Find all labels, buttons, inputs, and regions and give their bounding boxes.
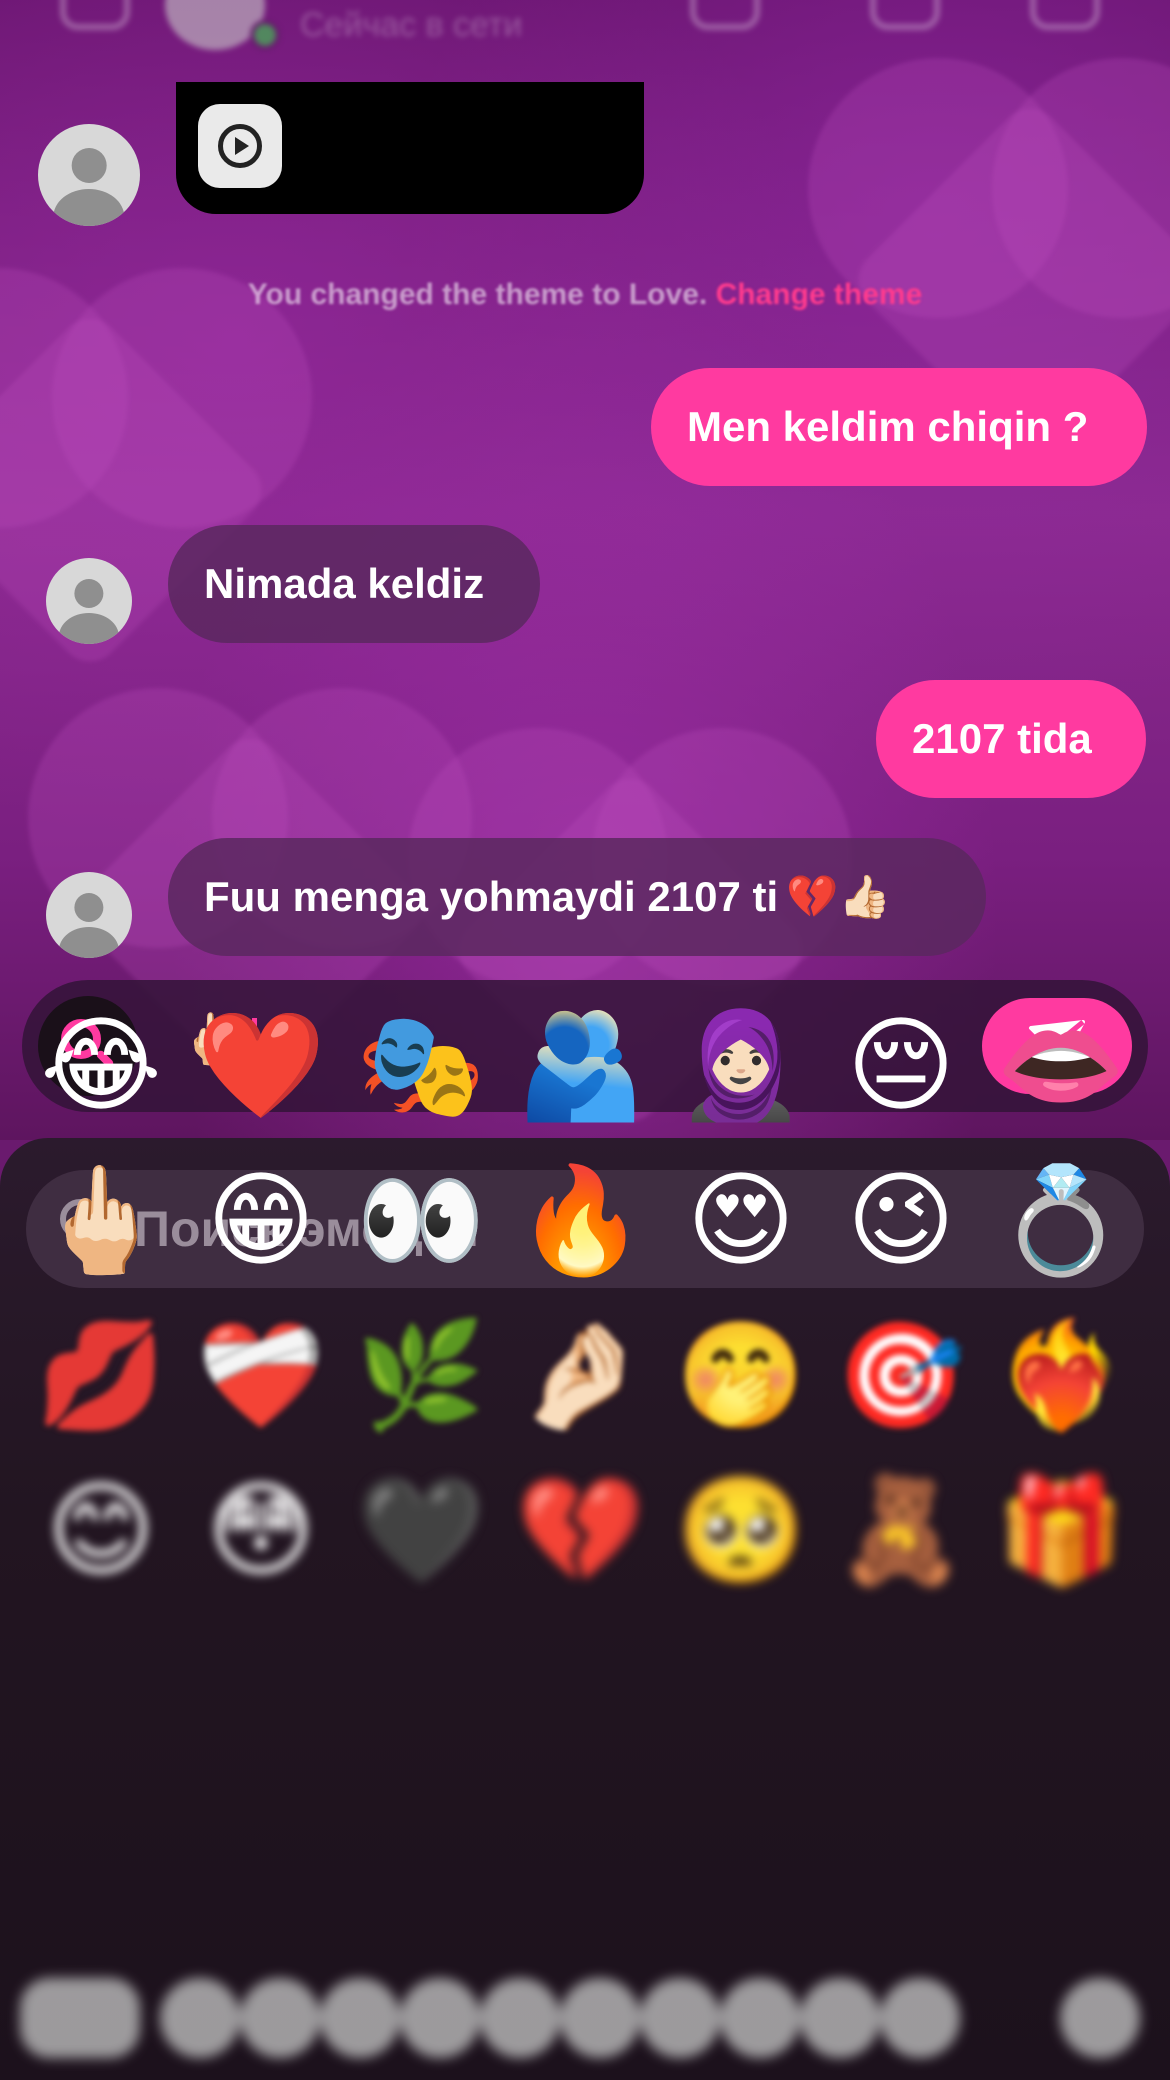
emoji-key[interactable]: 😉: [836, 1155, 966, 1285]
avatar[interactable]: [46, 558, 132, 644]
emoji-key[interactable]: 😂: [36, 1000, 166, 1130]
emoji-key[interactable]: 💔: [516, 1465, 646, 1595]
message-text: Men keldim chiqin ?: [687, 403, 1089, 450]
change-theme-link[interactable]: Change theme: [716, 278, 923, 311]
play-icon[interactable]: [198, 104, 282, 188]
emoji-key[interactable]: 👄: [996, 1000, 1126, 1130]
emoji-key[interactable]: 🎭: [356, 1000, 486, 1130]
emoji-key[interactable]: 😔: [836, 1000, 966, 1130]
emoji-key[interactable]: 😍: [676, 1155, 806, 1285]
contact-avatar[interactable]: [165, 0, 265, 50]
animals-icon[interactable]: [320, 1978, 400, 2058]
message-bubble-outgoing[interactable]: 2107 tida: [876, 680, 1146, 798]
food-icon[interactable]: [400, 1978, 480, 2058]
avatar[interactable]: [38, 124, 140, 226]
shared-video-message[interactable]: [176, 82, 644, 214]
emoji-key[interactable]: 🥺: [676, 1465, 806, 1595]
emoji-key[interactable]: 🫂: [516, 1000, 646, 1130]
symbols-icon[interactable]: [720, 1978, 800, 2058]
emoji-key[interactable]: 🖤: [356, 1465, 486, 1595]
video-call-icon[interactable]: [870, 0, 940, 30]
emoji-key[interactable]: 🤭: [676, 1310, 806, 1440]
message-emoji: 💔👍🏻: [786, 872, 891, 921]
message-bubble-outgoing[interactable]: Men keldim chiqin ?: [651, 368, 1147, 486]
emoji-key[interactable]: 🔥: [516, 1155, 646, 1285]
call-icon[interactable]: [690, 0, 760, 30]
message-text: Nimada keldiz: [204, 560, 485, 607]
message-text: Fuu menga yohmaydi 2107 ti: [204, 873, 779, 920]
delete-icon[interactable]: [1060, 1978, 1140, 2058]
message-text: 2107 tida: [912, 715, 1092, 762]
emoji-key[interactable]: 🧕🏻: [676, 1000, 806, 1130]
message-bubble-incoming[interactable]: Nimada keldiz: [168, 525, 540, 643]
emoji-key[interactable]: 🎯: [836, 1310, 966, 1440]
emoji-category-tabs: [0, 1960, 1170, 2070]
emoji-key[interactable]: ❤️: [196, 1000, 326, 1130]
emoji-key[interactable]: 😊: [36, 1465, 166, 1595]
emoji-key[interactable]: 😁: [196, 1155, 326, 1285]
emoji-key[interactable]: 👀: [356, 1155, 486, 1285]
contact-status: Сейчас в сети: [300, 6, 523, 44]
theme-change-notice: You changed the theme to Love. Change th…: [0, 278, 1170, 312]
emoji-key[interactable]: 🧸: [836, 1465, 966, 1595]
smileys-icon[interactable]: [240, 1978, 320, 2058]
recent-icon[interactable]: [160, 1978, 240, 2058]
flags-icon[interactable]: [800, 1978, 880, 2058]
travel-icon[interactable]: [560, 1978, 640, 2058]
emoji-key[interactable]: 🌿: [356, 1310, 486, 1440]
abc-tab[interactable]: [20, 1978, 140, 2058]
objects-icon[interactable]: [640, 1978, 720, 2058]
activity-icon[interactable]: [480, 1978, 560, 2058]
emoji-key[interactable]: 🤌🏻: [516, 1310, 646, 1440]
emoji-key[interactable]: ❤️‍🩹: [196, 1310, 326, 1440]
gif-icon[interactable]: [880, 1978, 960, 2058]
emoji-key[interactable]: 💍: [996, 1155, 1126, 1285]
emoji-key[interactable]: 🖕🏻: [36, 1155, 166, 1285]
chat-header: Сейчас в сети: [0, 0, 1170, 60]
message-bubble-incoming[interactable]: Fuu menga yohmaydi 2107 ti 💔👍🏻: [168, 838, 986, 956]
avatar[interactable]: [46, 872, 132, 958]
emoji-key[interactable]: 💋: [36, 1310, 166, 1440]
theme-notice-text: You changed the theme to Love.: [247, 278, 708, 311]
emoji-key[interactable]: 🎁: [996, 1465, 1126, 1595]
back-icon[interactable]: [60, 0, 130, 30]
online-indicator: [250, 20, 280, 50]
emoji-key[interactable]: 😳: [196, 1465, 326, 1595]
emoji-key[interactable]: ❤️‍🔥: [996, 1310, 1126, 1440]
flag-icon[interactable]: [1030, 0, 1100, 30]
